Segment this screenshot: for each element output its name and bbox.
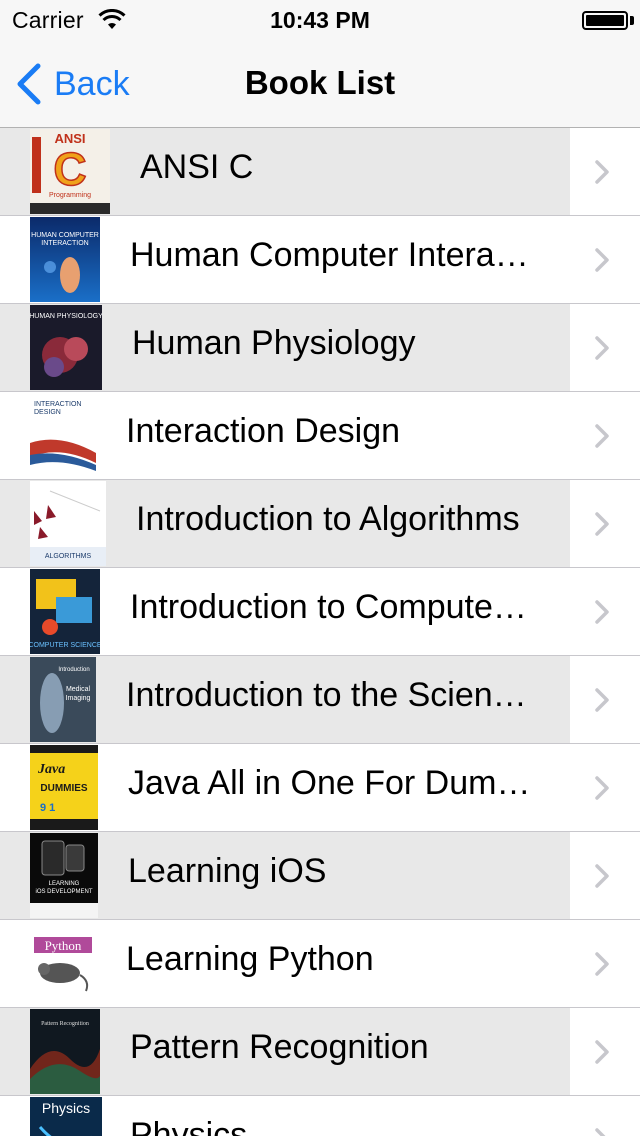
svg-text:Programming: Programming: [49, 192, 91, 199]
svg-text:INTERACTION: INTERACTION: [34, 401, 81, 408]
battery-icon: [582, 11, 628, 30]
svg-text:HUMAN COMPUTER: HUMAN COMPUTER: [31, 232, 99, 239]
chevron-right-icon: [595, 512, 609, 536]
book-title: Introduction to Compute…: [130, 588, 527, 626]
book-row[interactable]: Physics Physics: [0, 1096, 640, 1136]
svg-text:ALGORITHMS: ALGORITHMS: [45, 553, 92, 560]
book-title: Java All in One For Dum…: [128, 764, 531, 802]
book-title: Physics: [130, 1116, 248, 1136]
page-title: Book List: [244, 64, 396, 101]
book-row[interactable]: Java DUMMIES 9 1 Java All in One For Dum…: [0, 744, 640, 832]
book-row[interactable]: ANSI C Programming ANSI C: [0, 128, 640, 216]
interaction-design-cover: INTERACTION DESIGN: [30, 393, 96, 478]
book-title: Human Computer Intera…: [130, 236, 529, 274]
svg-text:iOS DEVELOPMENT: iOS DEVELOPMENT: [35, 889, 92, 895]
book-title: Learning Python: [126, 940, 374, 978]
svg-text:COMPUTER SCIENCE: COMPUTER SCIENCE: [30, 642, 100, 649]
book-title: Learning iOS: [128, 852, 327, 890]
physics-cover: Physics: [30, 1097, 102, 1136]
book-row[interactable]: Introduction Medical Imaging Introductio…: [0, 656, 640, 744]
svg-text:HUMAN PHYSIOLOGY: HUMAN PHYSIOLOGY: [30, 313, 102, 320]
svg-text:DESIGN: DESIGN: [34, 409, 61, 416]
book-title: Human Physiology: [132, 324, 416, 362]
book-row[interactable]: Python Learning Python: [0, 920, 640, 1008]
book-row[interactable]: INTERACTION DESIGN Interaction Design: [0, 392, 640, 480]
chevron-right-icon: [595, 1040, 609, 1064]
svg-text:DUMMIES: DUMMIES: [40, 783, 88, 794]
book-title: Introduction to Algorithms: [136, 500, 520, 538]
svg-text:LEARNING: LEARNING: [49, 881, 80, 887]
svg-text:Introduction: Introduction: [58, 667, 89, 673]
human-physiology-cover: HUMAN PHYSIOLOGY: [30, 305, 102, 390]
book-row[interactable]: HUMAN PHYSIOLOGY Human Physiology: [0, 304, 640, 392]
chevron-right-icon: [595, 1128, 606, 1136]
svg-text:Pattern Recognition: Pattern Recognition: [41, 1021, 89, 1027]
chevron-right-icon: [595, 160, 609, 184]
book-row[interactable]: ALGORITHMS Introduction to Algorithms: [0, 480, 640, 568]
java-dummies-cover: Java DUMMIES 9 1: [30, 745, 98, 830]
chevron-right-icon: [595, 776, 609, 800]
computer-science-cover: COMPUTER SCIENCE: [30, 569, 100, 654]
chevron-right-icon: [595, 688, 609, 712]
book-title: Interaction Design: [126, 412, 401, 450]
chevron-right-icon: [595, 248, 609, 272]
book-row[interactable]: LEARNING iOS DEVELOPMENT Learning iOS: [0, 832, 640, 920]
svg-text:Imaging: Imaging: [66, 695, 91, 702]
book-title: ANSI C: [140, 148, 254, 186]
chevron-right-icon: [595, 952, 609, 976]
hci-cover: HUMAN COMPUTER INTERACTION: [30, 217, 100, 302]
chevron-right-icon: [595, 336, 609, 360]
battery-tip: [630, 16, 634, 25]
medical-imaging-cover: Introduction Medical Imaging: [30, 657, 96, 742]
svg-text:9 1: 9 1: [40, 802, 55, 814]
navigation-bar: Back Book List: [0, 40, 640, 128]
status-time: 10:43 PM: [270, 7, 370, 33]
svg-text:Physics: Physics: [42, 1100, 90, 1116]
status-bar: Carrier 10:43 PM: [0, 0, 640, 40]
chevron-right-icon: [595, 424, 609, 448]
svg-text:INTERACTION: INTERACTION: [41, 240, 88, 247]
book-row[interactable]: COMPUTER SCIENCE Introduction to Compute…: [0, 568, 640, 656]
book-row[interactable]: Pattern Recognition Pattern Recognition: [0, 1008, 640, 1096]
svg-text:Python: Python: [45, 938, 82, 953]
algorithms-cover: ALGORITHMS: [30, 481, 106, 566]
chevron-right-icon: [595, 600, 609, 624]
book-row[interactable]: HUMAN COMPUTER INTERACTION Human Compute…: [0, 216, 640, 304]
learning-python-cover: Python: [30, 921, 96, 1006]
learning-ios-cover: LEARNING iOS DEVELOPMENT: [30, 833, 98, 918]
chevron-right-icon: [595, 864, 609, 888]
book-list: ANSI C Programming ANSI C HUMAN COMPUTER…: [0, 128, 640, 1136]
ansi-c-cover: ANSI C Programming: [30, 129, 110, 214]
pattern-recognition-cover: Pattern Recognition: [30, 1009, 100, 1094]
book-title: Pattern Recognition: [130, 1028, 429, 1066]
svg-text:Medical: Medical: [66, 686, 91, 693]
svg-text:Java: Java: [37, 762, 65, 777]
svg-text:C: C: [53, 143, 86, 195]
book-title: Introduction to the Scien…: [126, 676, 527, 714]
